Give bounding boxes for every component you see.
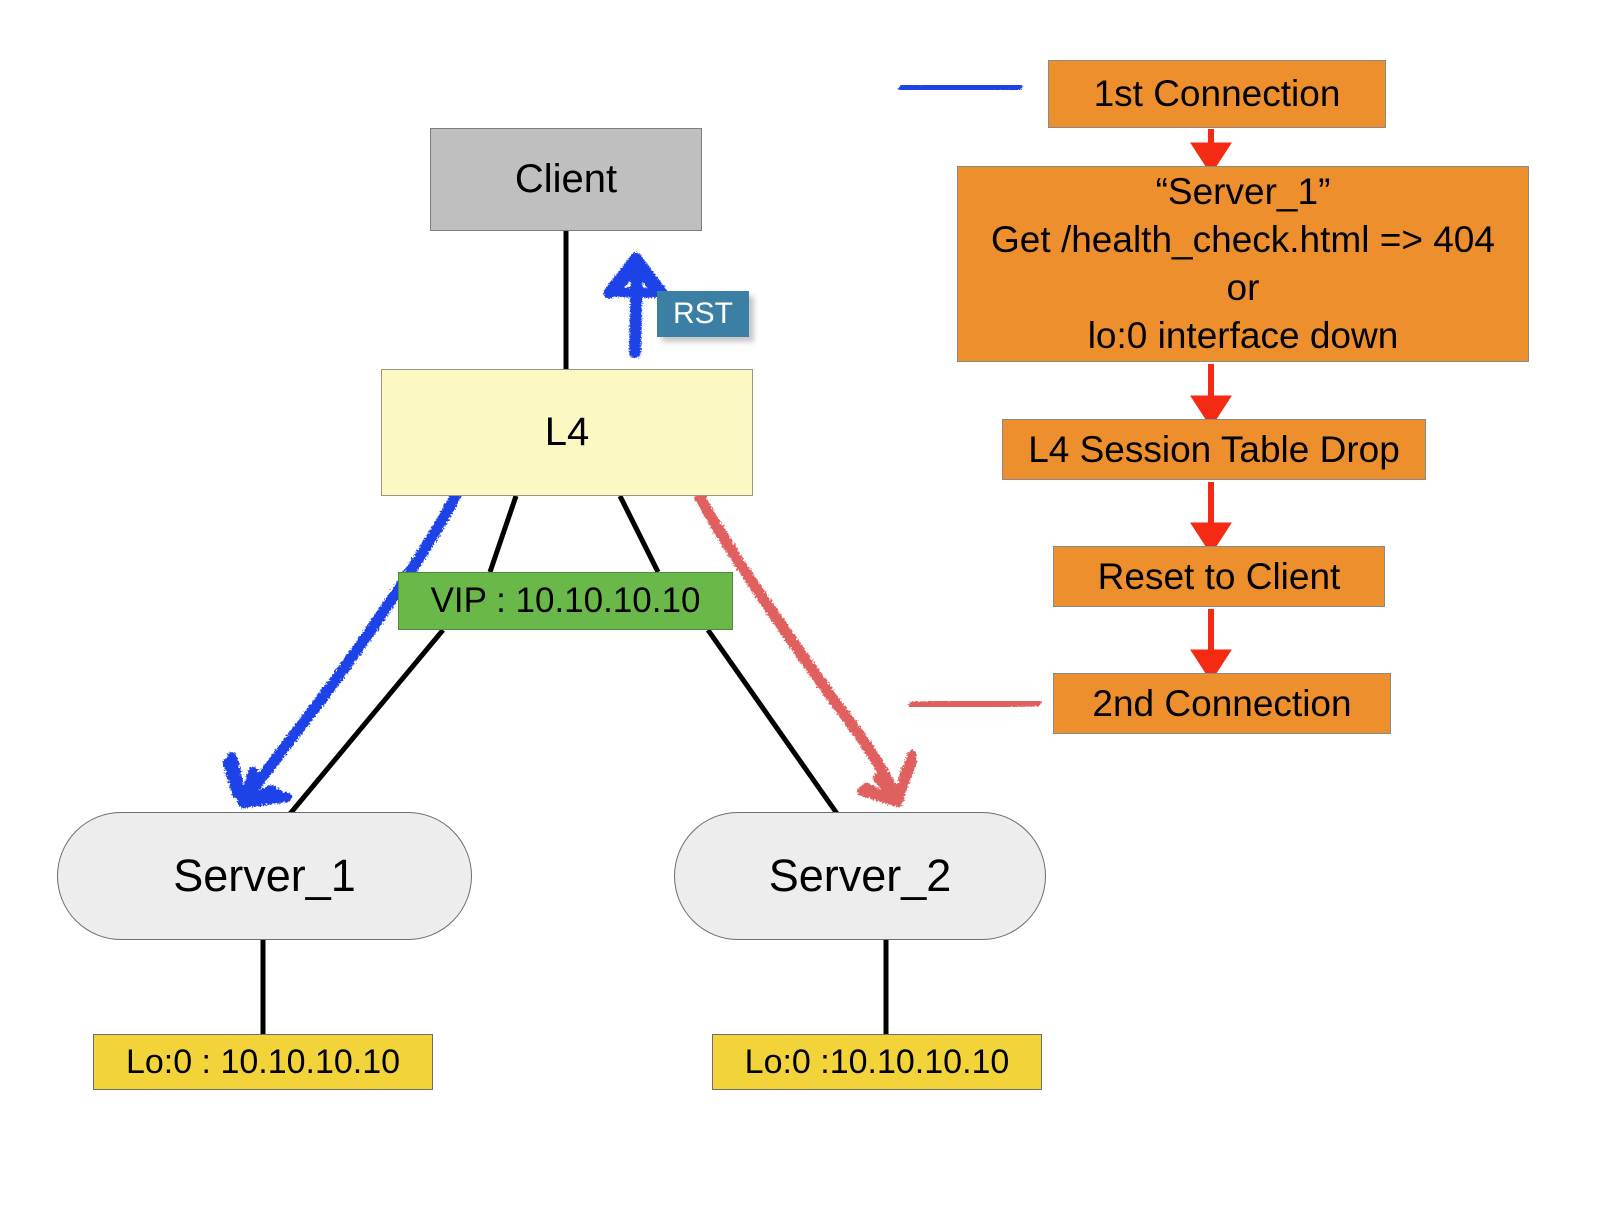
legend-dash-first-connection	[898, 81, 1023, 94]
link-vip-to-server-1	[287, 628, 445, 817]
link-l4-to-vip-right	[617, 494, 661, 574]
flow-step-session-table-drop[interactable]: L4 Session Table Drop	[1002, 419, 1426, 480]
legend-dash-second-connection	[908, 697, 1042, 711]
link-l4-to-vip-left	[487, 495, 519, 573]
arrow-first-connection-to-server-1	[222, 491, 461, 808]
node-server-2[interactable]: Server_2	[674, 812, 1046, 940]
arrow-second-connection-to-server-2	[694, 491, 917, 807]
node-client[interactable]: Client	[430, 128, 702, 231]
flow-step-second-connection[interactable]: 2nd Connection	[1053, 673, 1391, 734]
node-loopback-server-1[interactable]: Lo:0 : 10.10.10.10	[93, 1034, 433, 1090]
arrow-rst-to-client	[603, 252, 669, 358]
label-rst-packet[interactable]: RST	[657, 291, 749, 337]
node-loopback-server-2[interactable]: Lo:0 :10.10.10.10	[712, 1034, 1042, 1090]
node-vip-address[interactable]: VIP : 10.10.10.10	[398, 572, 733, 630]
node-l4-load-balancer[interactable]: L4	[381, 369, 753, 496]
link-vip-to-server-2	[705, 628, 841, 817]
flow-step-health-check-failure[interactable]: “Server_1” Get /health_check.html => 404…	[957, 166, 1529, 362]
flow-step-first-connection[interactable]: 1st Connection	[1048, 60, 1386, 128]
flow-step-reset-to-client[interactable]: Reset to Client	[1053, 546, 1385, 607]
node-server-1[interactable]: Server_1	[57, 812, 472, 940]
